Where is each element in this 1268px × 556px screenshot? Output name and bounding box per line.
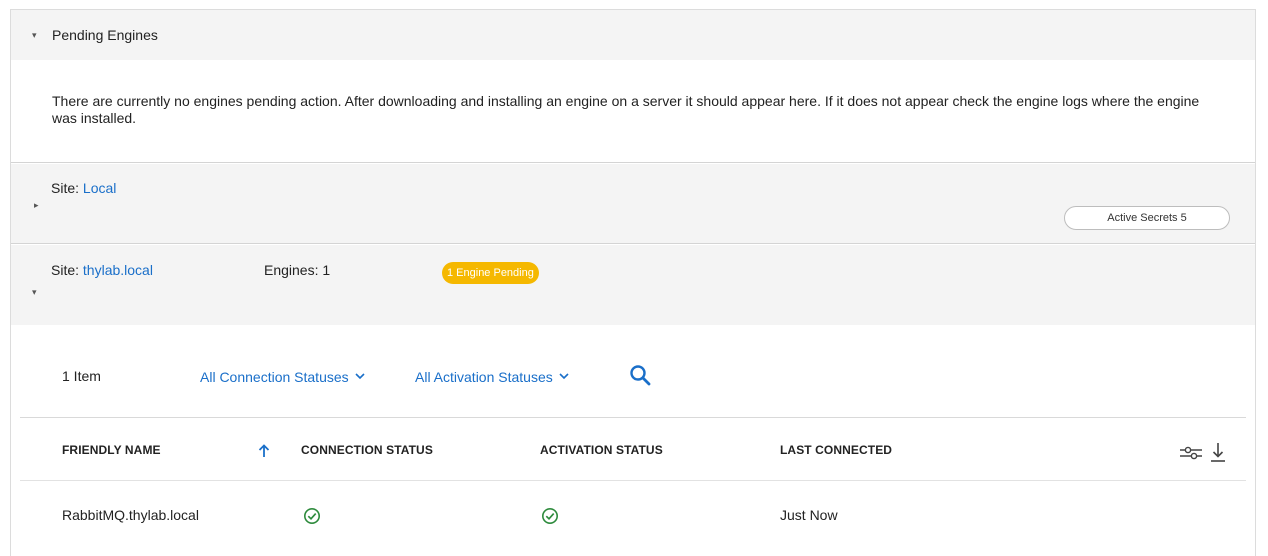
site-local-header[interactable]: ▸ Site: Local Active Secrets 5 (11, 164, 1255, 244)
engines-count: Engines: 1 (264, 262, 331, 278)
activation-status-filter-label: All Activation Statuses (415, 369, 553, 385)
activation-status-filter[interactable]: All Activation Statuses (415, 367, 569, 385)
site-link-local[interactable]: Local (83, 180, 116, 196)
sort-ascending-icon[interactable] (257, 443, 271, 459)
connection-status-filter[interactable]: All Connection Statuses (200, 367, 365, 385)
caret-down-icon[interactable]: ▾ (32, 287, 37, 297)
site-label-text: Site: (51, 180, 83, 196)
engine-pending-badge: 1 Engine Pending (442, 262, 539, 284)
table-divider (20, 417, 1246, 418)
caret-down-icon[interactable]: ▾ (32, 30, 37, 40)
column-header-last-connected[interactable]: LAST CONNECTED (780, 443, 892, 457)
search-icon[interactable] (628, 363, 652, 387)
site-thylab-header[interactable]: ▾ Site: thylab.local Engines: 1 1 Engine… (11, 245, 1255, 325)
caret-right-icon[interactable]: ▸ (34, 200, 39, 210)
column-settings-icon[interactable] (1179, 445, 1203, 464)
column-header-friendly-name[interactable]: FRIENDLY NAME (62, 443, 161, 457)
connection-status-filter-label: All Connection Statuses (200, 369, 349, 385)
check-circle-icon (303, 507, 321, 525)
table-row-divider (20, 480, 1246, 481)
column-header-activation-status[interactable]: ACTIVATION STATUS (540, 443, 663, 457)
site-label: Site: thylab.local (51, 262, 153, 278)
active-secrets-button[interactable]: Active Secrets 5 (1064, 206, 1230, 230)
item-count: 1 Item (62, 368, 101, 384)
engines-table-area: 1 Item All Connection Statuses All Activ… (11, 325, 1255, 556)
check-circle-icon (541, 507, 559, 525)
engines-panel: ▾ Pending Engines There are currently no… (10, 9, 1256, 556)
friendly-name-cell[interactable]: RabbitMQ.thylab.local (62, 507, 199, 523)
pending-engines-message: There are currently no engines pending a… (52, 93, 1200, 126)
pending-engines-title: Pending Engines (52, 27, 158, 43)
chevron-down-icon (355, 367, 365, 383)
site-link-thylab[interactable]: thylab.local (83, 262, 153, 278)
pending-engines-body: There are currently no engines pending a… (11, 60, 1255, 163)
last-connected-cell: Just Now (780, 507, 838, 523)
chevron-down-icon (559, 367, 569, 383)
column-header-connection-status[interactable]: CONNECTION STATUS (301, 443, 433, 457)
download-icon[interactable] (1209, 441, 1227, 466)
pending-engines-header[interactable]: ▾ Pending Engines (11, 10, 1255, 60)
site-label-text: Site: (51, 262, 83, 278)
site-label: Site: Local (51, 180, 116, 196)
